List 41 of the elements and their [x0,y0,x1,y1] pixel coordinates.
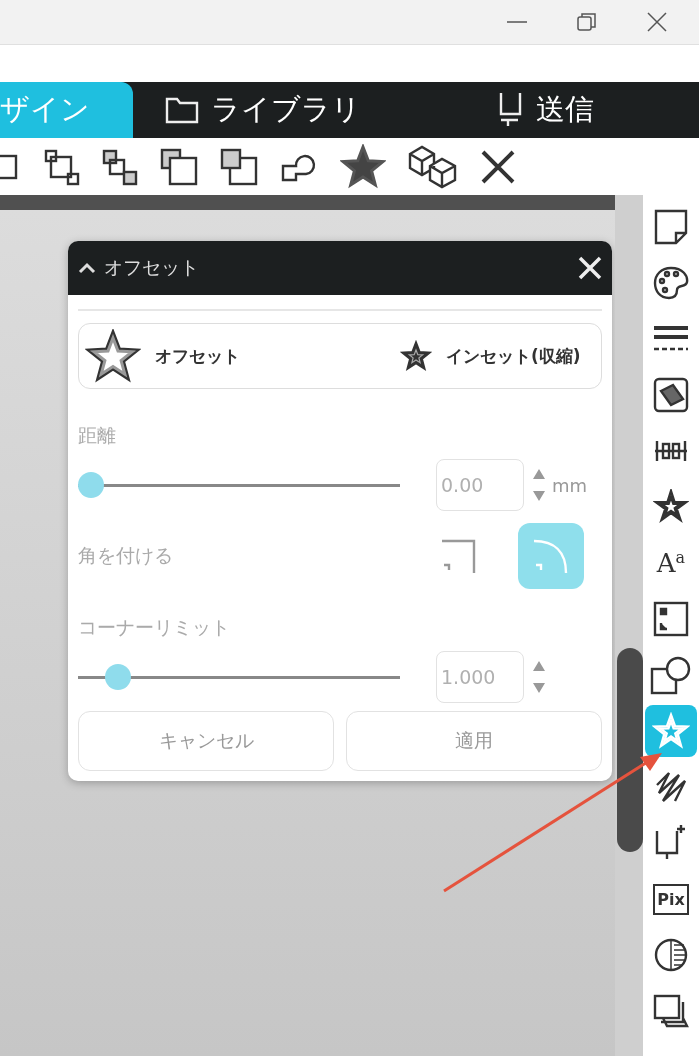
close-icon[interactable] [480,148,516,185]
close-icon[interactable] [647,12,667,32]
line-style-icon[interactable] [653,325,689,353]
mode-option[interactable]: インセット(収縮) [340,340,595,372]
dialog-title: オフセット [104,255,200,280]
fill-icon[interactable] [653,377,689,413]
shapes-icon[interactable] [650,655,692,695]
field-label: コーナーリミット [78,615,231,640]
palette-icon[interactable] [653,266,689,300]
pixel-trace-icon[interactable]: Pix [653,883,689,915]
tab[interactable]: 送信 [393,82,699,138]
cutter-icon [498,92,524,128]
outline-star-icon [85,329,141,383]
folder-icon [165,96,199,124]
field-label: 距離 [78,423,117,448]
cubes-icon[interactable] [408,143,458,190]
tab[interactable]: ライブラリ [133,82,393,138]
frame-icon[interactable] [653,601,689,637]
spinner-icon[interactable] [532,467,546,503]
slider-thumb[interactable] [104,664,131,690]
minimize-icon[interactable] [507,20,527,24]
bring-front-icon[interactable] [160,147,198,186]
scrollbar-thumb[interactable] [617,648,643,852]
inset-star-icon [400,340,432,372]
offset-star-icon[interactable] [652,712,690,750]
star-icon[interactable] [340,143,386,190]
unit-label: mm [552,474,588,496]
contrast-icon[interactable] [653,937,689,973]
field-label: 角を付ける [78,543,174,568]
star-burst-icon[interactable] [653,489,689,525]
group-icon[interactable] [44,147,80,186]
mode-option[interactable]: オフセット [85,329,340,383]
spinner-icon[interactable] [532,659,546,695]
note-icon[interactable] [654,209,688,245]
restore-icon[interactable] [577,12,597,32]
send-back-icon[interactable] [220,147,258,186]
slider-thumb[interactable] [78,472,104,498]
sidebar-button[interactable]: Pix [645,873,697,925]
collapse-icon[interactable] [78,262,96,274]
layer-icon[interactable] [653,994,689,1028]
ungroup-icon[interactable] [102,147,138,186]
